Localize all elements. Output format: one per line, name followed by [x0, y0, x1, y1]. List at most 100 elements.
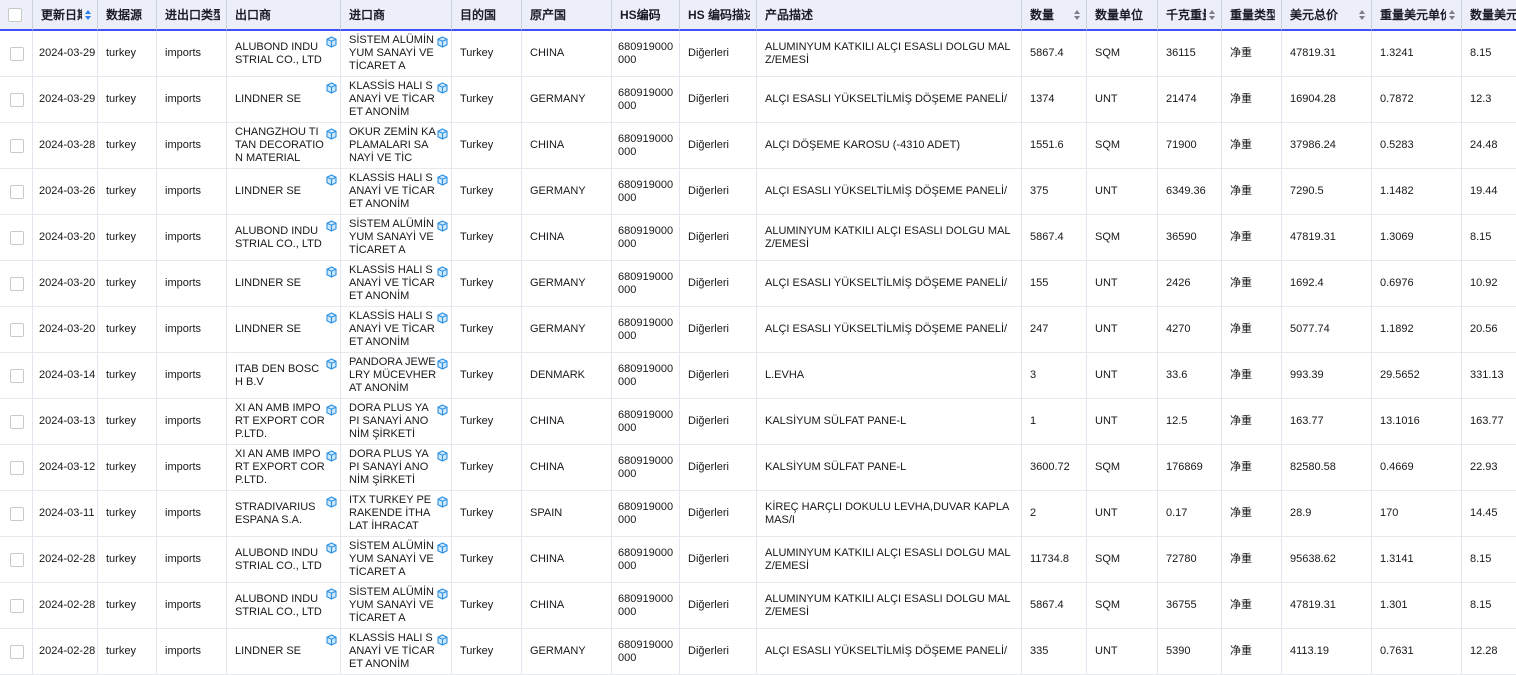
cell-origin: GERMANY — [522, 77, 612, 123]
column-header-usd_per_qty[interactable]: 数量美元单价 — [1462, 0, 1516, 31]
cell-text-importer: OKUR ZEMİN KAPLAMALARI SANAYİ VE TİC — [349, 126, 436, 164]
company-profile-icon[interactable] — [326, 266, 337, 278]
cell-text-quantity: 1 — [1030, 415, 1036, 427]
cell-text-weight_type: 净重 — [1230, 415, 1252, 427]
cell-text-hs_code: 680919000000 — [618, 409, 673, 434]
company-profile-icon[interactable] — [326, 542, 337, 554]
cell-trade_type: imports — [157, 445, 227, 491]
company-profile-icon[interactable] — [437, 358, 448, 370]
row-checkbox[interactable] — [10, 415, 24, 429]
row-checkbox[interactable] — [10, 323, 24, 337]
company-profile-icon[interactable] — [326, 450, 337, 462]
company-profile-icon[interactable] — [437, 588, 448, 600]
cell-importer: KLASSİS HALI SANAYİ VE TİCARET ANONİM — [341, 77, 452, 123]
cell-hs_code: 680919000000 — [612, 261, 680, 307]
cell-text-weight_type: 净重 — [1230, 139, 1252, 151]
company-profile-icon[interactable] — [437, 128, 448, 140]
company-profile-icon[interactable] — [437, 220, 448, 232]
company-profile-icon[interactable] — [437, 404, 448, 416]
column-header-date[interactable]: 更新日期 — [33, 0, 98, 31]
cell-text-weight_type: 净重 — [1230, 323, 1252, 335]
cell-destination: Turkey — [452, 77, 522, 123]
cell-text-weight_type: 净重 — [1230, 599, 1252, 611]
cell-text-kg_weight: 33.6 — [1166, 369, 1187, 381]
row-checkbox[interactable] — [10, 93, 24, 107]
cell-origin: DENMARK — [522, 353, 612, 399]
row-checkbox[interactable] — [10, 231, 24, 245]
row-checkbox[interactable] — [10, 645, 24, 659]
company-profile-icon[interactable] — [437, 496, 448, 508]
company-profile-icon[interactable] — [326, 312, 337, 324]
column-label-importer: 进口商 — [349, 6, 385, 23]
company-profile-icon[interactable] — [326, 36, 337, 48]
column-header-usd_per_weight[interactable]: 重量美元单价 — [1372, 0, 1462, 31]
cell-quantity_unit: UNT — [1087, 77, 1158, 123]
column-label-trade_type: 进出口类型 — [165, 6, 220, 23]
cell-text-origin: GERMANY — [530, 277, 586, 289]
cell-weight_type: 净重 — [1222, 169, 1282, 215]
sort-caret-up-icon — [1074, 10, 1080, 14]
cell-text-origin: CHINA — [530, 461, 564, 473]
row-checkbox[interactable] — [10, 277, 24, 291]
company-profile-icon[interactable] — [326, 128, 337, 140]
company-profile-icon[interactable] — [437, 266, 448, 278]
cell-usd_per_qty: 331.13 — [1462, 353, 1516, 399]
company-profile-icon[interactable] — [326, 174, 337, 186]
column-header-usd_total[interactable]: 美元总价 — [1282, 0, 1372, 31]
row-checkbox[interactable] — [10, 47, 24, 61]
cell-select — [0, 261, 33, 307]
cell-text-quantity_unit: SQM — [1095, 139, 1120, 151]
cell-trade_type: imports — [157, 399, 227, 445]
row-checkbox[interactable] — [10, 139, 24, 153]
cell-kg_weight: 5390 — [1158, 629, 1222, 675]
company-profile-icon[interactable] — [326, 82, 337, 94]
row-checkbox[interactable] — [10, 461, 24, 475]
cell-weight_type: 净重 — [1222, 399, 1282, 445]
cell-usd_per_weight: 1.3141 — [1372, 537, 1462, 583]
company-profile-icon[interactable] — [326, 358, 337, 370]
cell-usd_total: 163.77 — [1282, 399, 1372, 445]
column-header-importer: 进口商 — [341, 0, 452, 31]
cell-usd_per_weight: 0.6976 — [1372, 261, 1462, 307]
cell-usd_per_weight: 1.3241 — [1372, 31, 1462, 77]
company-profile-icon[interactable] — [437, 542, 448, 554]
column-label-date: 更新日期 — [41, 6, 82, 23]
cell-text-importer: PANDORA JEWELRY MÜCEVHERAT ANONİM — [349, 356, 436, 394]
company-profile-icon[interactable] — [437, 36, 448, 48]
cell-product: ALUMINYUM KATKILI ALÇI ESASLI DOLGU MALZ… — [757, 31, 1022, 77]
company-profile-icon[interactable] — [437, 312, 448, 324]
table-row: 2024-03-14turkeyimportsITAB DEN BOSCH B.… — [0, 353, 1516, 399]
cell-source: turkey — [98, 169, 157, 215]
row-checkbox[interactable] — [10, 185, 24, 199]
cell-source: turkey — [98, 307, 157, 353]
company-profile-icon[interactable] — [326, 496, 337, 508]
column-label-usd_per_qty: 数量美元单价 — [1470, 6, 1516, 23]
company-profile-icon[interactable] — [437, 82, 448, 94]
select-all-checkbox[interactable] — [8, 8, 22, 22]
company-profile-icon[interactable] — [326, 588, 337, 600]
cell-text-exporter: LINDNER SE — [235, 277, 301, 289]
company-profile-icon[interactable] — [326, 404, 337, 416]
row-checkbox[interactable] — [10, 507, 24, 521]
company-profile-icon[interactable] — [437, 174, 448, 186]
company-profile-icon[interactable] — [326, 634, 337, 646]
column-header-kg_weight[interactable]: 千克重量 — [1158, 0, 1222, 31]
cell-text-origin: SPAIN — [530, 507, 562, 519]
cell-exporter: STRADIVARIUS ESPANA S.A. — [227, 491, 341, 537]
cell-text-origin: GERMANY — [530, 93, 586, 105]
cell-text-trade_type: imports — [165, 231, 201, 243]
cell-text-date: 2024-03-20 — [39, 323, 95, 335]
cell-text-importer: SİSTEM ALÜMİNYUM SANAYİ VE TİCARET A — [349, 34, 434, 72]
row-checkbox[interactable] — [10, 369, 24, 383]
cell-text-origin: CHINA — [530, 47, 564, 59]
company-profile-icon[interactable] — [437, 634, 448, 646]
row-checkbox[interactable] — [10, 599, 24, 613]
cell-quantity: 3600.72 — [1022, 445, 1087, 491]
cell-destination: Turkey — [452, 123, 522, 169]
row-checkbox[interactable] — [10, 553, 24, 567]
company-profile-icon[interactable] — [437, 450, 448, 462]
column-header-quantity[interactable]: 数量 — [1022, 0, 1087, 31]
cell-text-product: ALÇI ESASLI YÜKSELTİLMİŞ DÖŞEME PANELİ/ — [765, 645, 1007, 657]
company-profile-icon[interactable] — [326, 220, 337, 232]
cell-usd_per_weight: 0.7872 — [1372, 77, 1462, 123]
